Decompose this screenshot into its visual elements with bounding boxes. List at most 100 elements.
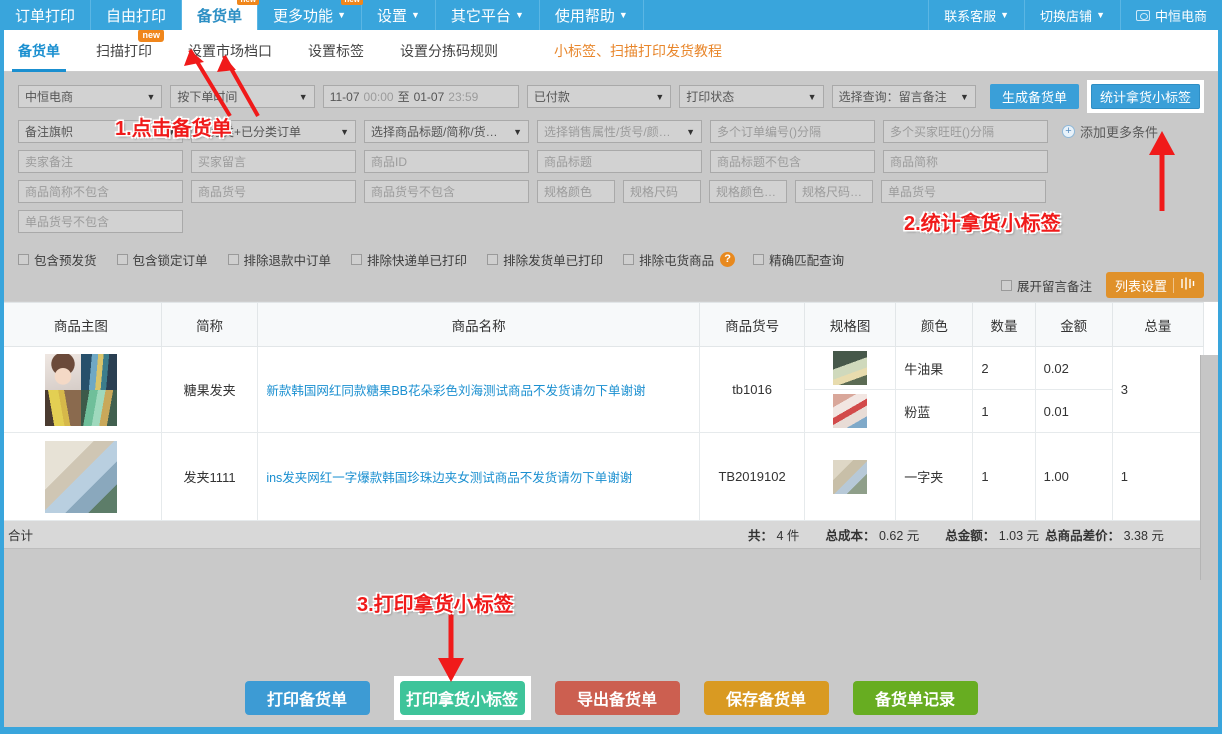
nav-item-free-print[interactable]: 自由打印 [91,0,182,30]
cell-product-name[interactable]: 新款韩国网红同款糖果BB花朵彩色刘海测试商品不发货请勿下单谢谢 [258,347,700,433]
checkbox-exclude-shipment-printed[interactable]: 排除发货单已打印 [487,250,603,269]
checkbox-include-locked[interactable]: 包含锁定订单 [117,250,208,269]
subnav-item-label-settings[interactable]: 设置标签 [290,30,382,72]
product-short-name-input[interactable]: 商品简称 [883,150,1048,173]
table-row[interactable]: 发夹1111 ins发夹网红一字爆款韩国珍珠边夹女测试商品不发货请勿下单谢谢 T… [1,433,1204,521]
table-scrollbar[interactable] [1200,355,1218,580]
nav-item-help[interactable]: 使用帮助 ▼ [540,0,644,30]
nav-item-other-platforms[interactable]: 其它平台 ▼ [436,0,540,30]
product-sku-exclude-input[interactable]: 商品货号不包含 [364,180,529,203]
checkbox-box[interactable] [487,254,498,265]
print-pickup-label-button[interactable]: 打印拿货小标签 [400,681,525,715]
checkbox-label: 精确匹配查询 [769,250,844,269]
stat-pickup-label-button[interactable]: 统计拿货小标签 [1091,84,1200,109]
sliders-icon [1180,276,1195,294]
subnav-item-sort-code-rules[interactable]: 设置分拣码规则 [382,30,516,72]
checkbox-box[interactable] [117,254,128,265]
subnav-label: 设置标签 [308,43,364,59]
cell-main-image[interactable] [1,433,162,521]
button-label: 打印备货单 [267,686,347,710]
spec-color-exclude-input[interactable]: 规格颜色不包 [709,180,787,203]
add-more-conditions-button[interactable]: + 添加更多条件 [1062,122,1158,141]
table-header-row: 商品主图 简称 商品名称 商品货号 规格图 颜色 数量 金额 总量 [1,303,1204,347]
checkbox-exclude-express-printed[interactable]: 排除快递单已打印 [351,250,467,269]
product-name-link[interactable]: 新款韩国网红同款糖果BB花朵彩色刘海测试商品不发货请勿下单谢谢 [266,384,645,398]
checkbox-box[interactable] [18,254,29,265]
bottom-blue-edge [0,727,1222,734]
nav-item-order-print[interactable]: 订单打印 [0,0,91,30]
chevron-down-icon: ▼ [1096,10,1105,20]
button-label: 导出备货单 [577,686,657,710]
subnav-item-stock-list[interactable]: 备货单 [0,30,78,72]
buyer-message-input[interactable]: 买家留言 [191,150,356,173]
generate-stock-list-button[interactable]: 生成备货单 [990,84,1079,109]
print-stock-list-button[interactable]: 打印备货单 [245,681,370,715]
product-title-input[interactable]: 商品标题 [537,150,702,173]
checkbox-include-presale[interactable]: 包含预发货 [18,250,97,269]
sale-attribute-select[interactable]: 选择销售属性/货号/颜色/尺 ▼ [537,120,702,143]
short-name-exclude-input[interactable]: 商品简称不包含 [18,180,183,203]
checkbox-exclude-stockpile[interactable]: 排除屯货商品 ? [623,250,735,269]
stock-list-table-container: 商品主图 简称 商品名称 商品货号 规格图 颜色 数量 金额 总量 [0,301,1222,521]
checkbox-exact-match[interactable]: 精确匹配查询 [753,250,844,269]
stock-list-records-button[interactable]: 备货单记录 [853,681,978,715]
export-stock-list-button[interactable]: 导出备货单 [555,681,680,715]
cell-color: 粉蓝 [896,390,973,433]
subnav-item-market-stall[interactable]: 设置市场档口 [170,30,290,72]
nav-item-stock-list[interactable]: 备货单 new [182,0,258,30]
checkbox-box[interactable] [228,254,239,265]
flag-select[interactable]: 备注旗帜 ▼ [18,120,183,143]
checkbox-expand-notes[interactable]: 展开留言备注 [1001,276,1092,295]
list-settings-button[interactable]: 列表设置 [1106,272,1204,298]
divider [1173,278,1174,293]
subnav-item-tutorial[interactable]: 小标签、扫描打印发货教程 [536,30,740,72]
product-id-input[interactable]: 商品ID [364,150,529,173]
cell-spec-image[interactable] [805,347,896,390]
list-toolbar: 展开留言备注 列表设置 [0,269,1222,301]
query-type-select[interactable]: 选择查询：留言备注 ▼ [832,85,976,108]
product-sku-input[interactable]: 商品货号 [191,180,356,203]
nav-label: 备货单 [197,5,242,26]
cell-spec-image[interactable] [805,433,896,521]
checkbox-box[interactable] [351,254,362,265]
shop-select[interactable]: 中恒电商 ▼ [18,85,162,108]
summary-cost-value: 0.62 元 [879,529,919,543]
cell-main-image[interactable] [1,347,162,433]
single-sku-exclude-input[interactable]: 单品货号不包含 [18,210,183,233]
checkbox-box[interactable] [623,254,634,265]
current-shop-indicator[interactable]: 中恒电商 [1120,0,1222,30]
seller-note-input[interactable]: 卖家备注 [18,150,183,173]
time-type-select[interactable]: 按下单时间 ▼ [170,85,314,108]
spec-color-input[interactable]: 规格颜色 [537,180,615,203]
print-status-select[interactable]: 打印状态 ▼ [679,85,823,108]
nav-item-switch-shop[interactable]: 切换店铺 ▼ [1024,0,1120,30]
spec-size-exclude-input[interactable]: 规格尺码不包 [795,180,873,203]
spec-size-input[interactable]: 规格尺码 [623,180,701,203]
stat-pickup-label-highlight: 统计拿货小标签 [1087,80,1204,113]
cell-product-name[interactable]: ins发夹网红一字爆款韩国珍珠边夹女测试商品不发货请勿下单谢谢 [258,433,700,521]
order-number-input[interactable]: 多个订单编号()分隔 [710,120,875,143]
classification-select[interactable]: 未分类+已分类订单 ▼ [191,120,356,143]
pay-status-select[interactable]: 已付款 ▼ [527,85,671,108]
help-question-icon[interactable]: ? [720,252,735,267]
product-title-exclude-input[interactable]: 商品标题不包含 [710,150,875,173]
filter-row-3: 卖家备注 买家留言 商品ID 商品标题 商品标题不包含 商品简称 [18,150,1204,173]
nav-item-settings[interactable]: 设置 ▼ [362,0,436,30]
avocado-clip-thumb-image [833,351,867,385]
product-name-link[interactable]: ins发夹网红一字爆款韩国珍珠边夹女测试商品不发货请勿下单谢谢 [266,471,632,485]
pinkblue-clip-thumb-image [833,394,867,428]
checkbox-box[interactable] [1001,280,1012,291]
checkbox-box[interactable] [753,254,764,265]
single-sku-input[interactable]: 单品货号 [881,180,1046,203]
buyer-wangwang-input[interactable]: 多个买家旺旺()分隔 [883,120,1048,143]
checkbox-exclude-refunding[interactable]: 排除退款中订单 [228,250,332,269]
cell-spec-image[interactable] [805,390,896,433]
product-title-select[interactable]: 选择商品标题/简称/货号/件 ▼ [364,120,529,143]
nav-item-more-functions[interactable]: 更多功能 ▼ new [258,0,362,30]
nav-item-contact-support[interactable]: 联系客服 ▼ [928,0,1024,30]
save-stock-list-button[interactable]: 保存备货单 [704,681,829,715]
checkbox-label: 排除快递单已打印 [367,250,467,269]
date-range-input[interactable]: 11-07 00:00 至 01-07 23:59 [323,85,519,108]
subnav-item-scan-print[interactable]: 扫描打印 new [78,30,170,72]
table-row[interactable]: 糖果发夹 新款韩国网红同款糖果BB花朵彩色刘海测试商品不发货请勿下单谢谢 tb1… [1,347,1204,390]
